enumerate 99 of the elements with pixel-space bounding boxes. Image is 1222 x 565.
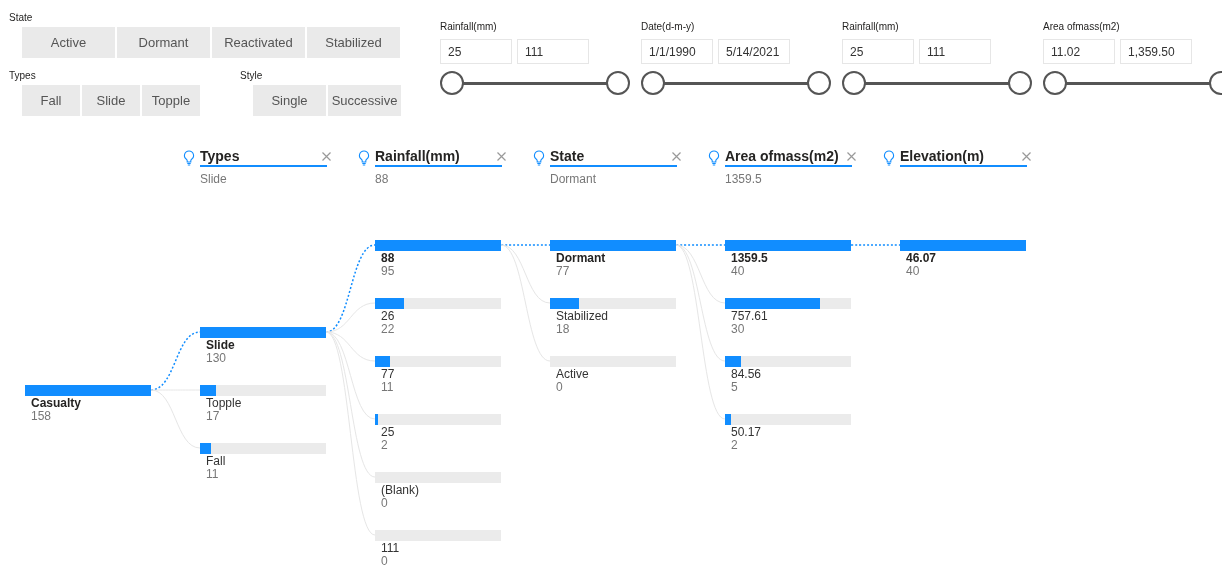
bar-track[interactable] xyxy=(200,385,326,396)
range-max-field[interactable]: 111 xyxy=(517,39,589,64)
slicer-title: Date(d-m-y) xyxy=(641,21,696,34)
node-value: 0 xyxy=(381,555,389,565)
slicer-title: Types xyxy=(9,70,37,83)
node-value: 40 xyxy=(906,265,921,278)
slider-thumb[interactable] xyxy=(1008,71,1032,95)
node-label: 25 xyxy=(381,426,396,439)
slicer-title: State xyxy=(9,12,34,25)
node-label: Casualty xyxy=(31,397,83,410)
bar-track[interactable] xyxy=(375,298,501,309)
node-label: 46.07 xyxy=(906,252,938,265)
node-value: 2 xyxy=(731,439,739,452)
slicer-option[interactable]: Successive xyxy=(328,85,401,116)
node-value: 40 xyxy=(731,265,746,278)
node-value: 77 xyxy=(556,265,571,278)
close-icon[interactable] xyxy=(497,152,506,161)
node-label: Stabilized xyxy=(556,310,610,323)
header-title: Elevation(m) xyxy=(900,148,1027,167)
node-label: 111 xyxy=(381,542,401,555)
close-icon[interactable] xyxy=(1022,152,1031,161)
node-label: Slide xyxy=(206,339,236,352)
node-value: 11 xyxy=(206,468,220,481)
node-value: 11 xyxy=(381,381,395,394)
range-max-field[interactable]: 1,359.50 xyxy=(1120,39,1192,64)
range-min-field[interactable]: 25 xyxy=(842,39,914,64)
slicer-option[interactable]: Reactivated xyxy=(212,27,305,58)
slider-thumb[interactable] xyxy=(606,71,630,95)
bar-fill[interactable] xyxy=(725,414,732,425)
node-value: 5 xyxy=(731,381,739,394)
node-value: 18 xyxy=(556,323,571,336)
node-value: 130 xyxy=(206,352,228,365)
slicer-option[interactable]: Slide xyxy=(82,85,140,116)
node-value: 0 xyxy=(381,497,388,510)
node-value: 95 xyxy=(381,265,396,278)
node-value: 22 xyxy=(381,323,396,336)
lightbulb-icon[interactable] xyxy=(883,149,895,166)
slicer-title: Area ofmass(m2) xyxy=(1043,21,1121,34)
header-title: Rainfall(mm) xyxy=(375,148,502,167)
node-label: 50.17 xyxy=(731,426,763,439)
bar-track[interactable] xyxy=(375,414,501,425)
bar-fill[interactable] xyxy=(200,385,217,396)
lightbulb-icon[interactable] xyxy=(183,149,195,166)
close-icon[interactable] xyxy=(672,152,681,161)
header-selection: 88 xyxy=(375,172,390,186)
slider-thumb[interactable] xyxy=(440,71,464,95)
node-value: 30 xyxy=(731,323,746,336)
node-label: Fall xyxy=(206,455,227,468)
bar-fill[interactable] xyxy=(550,298,580,309)
node-label: 77 xyxy=(381,368,396,381)
node-label: 1359.5 xyxy=(731,252,769,265)
bar-track[interactable] xyxy=(725,298,851,309)
header-title: State xyxy=(550,148,677,167)
lightbulb-icon[interactable] xyxy=(358,149,370,166)
slicer-option[interactable]: Single xyxy=(253,85,326,116)
bar-track[interactable] xyxy=(725,414,851,425)
node-value: 17 xyxy=(206,410,220,423)
node-value: 0 xyxy=(556,381,564,394)
node-value: 2 xyxy=(381,439,389,452)
bar-track[interactable] xyxy=(375,356,501,367)
connector-line xyxy=(850,244,901,246)
node-label: 84.56 xyxy=(731,368,763,381)
range-min-field[interactable]: 1/1/1990 xyxy=(641,39,713,64)
bar-track[interactable] xyxy=(550,298,676,309)
slicer-title: Rainfall(mm) xyxy=(440,21,498,34)
bar-track[interactable] xyxy=(725,356,851,367)
node-label: Active xyxy=(556,368,590,381)
lightbulb-icon[interactable] xyxy=(533,149,545,166)
slider-thumb[interactable] xyxy=(1043,71,1067,95)
node-label: 757.61 xyxy=(731,310,769,323)
close-icon[interactable] xyxy=(322,152,331,161)
node-label: 88 xyxy=(381,252,396,265)
slider-thumb[interactable] xyxy=(807,71,831,95)
range-max-field[interactable]: 111 xyxy=(919,39,991,64)
node-label: Dormant xyxy=(556,252,607,265)
header-selection: 1359.5 xyxy=(725,172,763,186)
node-label: Topple xyxy=(206,397,243,410)
slicer-title: Rainfall(mm) xyxy=(842,21,900,34)
range-min-field[interactable]: 11.02 xyxy=(1043,39,1115,64)
lightbulb-icon[interactable] xyxy=(708,149,720,166)
node-label: (Blank) xyxy=(381,484,420,497)
range-min-field[interactable]: 25 xyxy=(440,39,512,64)
node-label: 26 xyxy=(381,310,396,323)
header-title: Area ofmass(m2) xyxy=(725,148,852,167)
slider-thumb[interactable] xyxy=(641,71,665,95)
slicer-title: Style xyxy=(240,70,264,83)
slicer-option[interactable]: Dormant xyxy=(117,27,210,58)
slicer-option[interactable]: Stabilized xyxy=(307,27,400,58)
header-selection: Slide xyxy=(200,172,228,186)
range-max-field[interactable]: 5/14/2021 xyxy=(718,39,790,64)
close-icon[interactable] xyxy=(847,152,856,161)
header-title: Types xyxy=(200,148,327,167)
slider-thumb[interactable] xyxy=(842,71,866,95)
header-selection: Dormant xyxy=(550,172,597,186)
slicer-option[interactable]: Active xyxy=(22,27,115,58)
slicer-option[interactable]: Topple xyxy=(142,85,200,116)
node-value: 158 xyxy=(31,410,52,423)
slicer-option[interactable]: Fall xyxy=(22,85,80,116)
bar-track[interactable] xyxy=(200,443,326,454)
